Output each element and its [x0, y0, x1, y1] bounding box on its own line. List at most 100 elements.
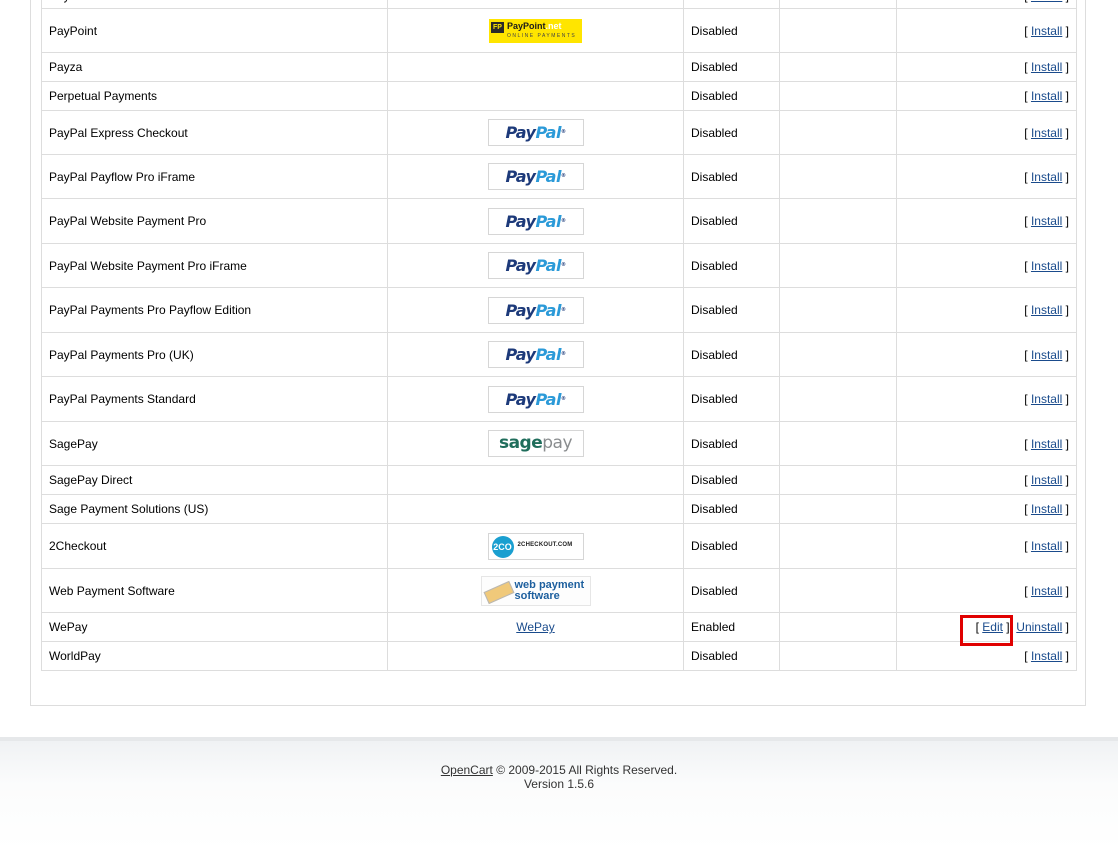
wepay-link[interactable]: WePay: [516, 620, 554, 634]
paypal-logo-pal: Pal: [535, 167, 561, 186]
extension-name-cell: PayPal Website Payment Pro iFrame: [41, 243, 388, 288]
extension-status-cell: Disabled: [683, 332, 780, 377]
extension-sort-order-cell: [779, 612, 897, 642]
status-text: Disabled: [691, 392, 738, 406]
footer: OpenCart © 2009-2015 All Rights Reserved…: [0, 737, 1118, 850]
paypal-logo: PayPal®: [487, 385, 584, 413]
extension-row: PayPal Payments Pro (UK) PayPal® Disabled […: [41, 332, 1077, 377]
paypoint-logo-mark: FP: [491, 21, 504, 33]
paypal-logo-pay: Pay: [505, 345, 536, 364]
extension-row: Payza Disabled [ Install ]: [41, 52, 1077, 82]
install-link[interactable]: Install: [1031, 259, 1062, 273]
paypal-logo: PayPal®: [487, 163, 584, 190]
extension-sort-order-cell: [779, 243, 897, 288]
status-text: Disabled: [691, 473, 738, 487]
install-link[interactable]: Install: [1031, 24, 1062, 38]
extension-name-cell: WePay: [41, 612, 388, 642]
extension-status-cell: Disabled: [683, 0, 780, 9]
extension-name-cell: PayPal Payments Pro Payflow Edition: [41, 287, 388, 333]
uninstall-link[interactable]: Uninstall: [1016, 620, 1062, 634]
trademark-icon: ®: [560, 306, 566, 313]
status-text: Disabled: [691, 125, 738, 140]
copyright-text: © 2009-2015 All Rights Reserved.: [496, 763, 678, 777]
status-text: Disabled: [691, 89, 738, 103]
extension-status-cell: Disabled: [683, 494, 780, 524]
extension-sort-order-cell: [779, 198, 897, 244]
extension-action-cell: [ Install ]: [896, 52, 1077, 82]
sagepay-logo-pay: pay: [542, 433, 573, 453]
status-text: Disabled: [691, 23, 738, 38]
install-link[interactable]: Install: [1031, 303, 1062, 317]
opencart-link[interactable]: OpenCart: [441, 763, 493, 777]
extension-name: WePay: [49, 620, 88, 634]
extension-action-cell: [ Install ]: [896, 465, 1077, 495]
install-link[interactable]: Install: [1031, 348, 1062, 362]
paypal-logo-pal: Pal: [535, 211, 561, 231]
extension-name: PayPal Website Payment Pro iFrame: [49, 258, 247, 273]
extension-name: Paymate: [49, 0, 96, 3]
install-link[interactable]: Install: [1031, 0, 1062, 3]
install-link[interactable]: Install: [1031, 392, 1062, 406]
extension-logo-cell: FP PayPoint.net ONLINE PAYMENTS: [387, 8, 684, 53]
status-text: Disabled: [691, 583, 738, 598]
extension-row: Web Payment Software web payment software D…: [41, 568, 1077, 613]
extension-action-cell: [ Install ]: [896, 81, 1077, 111]
extension-name-cell: 2Checkout: [41, 523, 388, 569]
install-link[interactable]: Install: [1031, 473, 1062, 487]
extension-name-cell: Paymate: [41, 0, 388, 9]
paypal-logo: PayPal®: [487, 341, 584, 368]
extension-action-cell: [ Install ]: [896, 154, 1077, 199]
extension-logo-cell: WePay: [387, 612, 684, 642]
extension-name-cell: PayPal Payments Standard: [41, 376, 388, 422]
extension-row: SagePay Direct Disabled [ Install ]: [41, 465, 1077, 495]
install-link[interactable]: Install: [1031, 539, 1062, 553]
paypal-logo-pal: Pal: [535, 389, 561, 409]
extension-name-cell: WorldPay: [41, 641, 388, 671]
install-link[interactable]: Install: [1031, 60, 1062, 74]
extension-name-cell: Perpetual Payments: [41, 81, 388, 111]
extension-logo-cell: PayPal®: [387, 287, 684, 333]
install-link[interactable]: Install: [1031, 502, 1062, 516]
extension-row: PayPal Payments Pro Payflow Edition PayPa…: [41, 287, 1077, 333]
extension-status-cell: Disabled: [683, 523, 780, 569]
extension-row: Perpetual Payments Disabled [ Install ]: [41, 81, 1077, 111]
paypal-logo-pal: Pal: [535, 123, 561, 142]
extension-row: PayPal Express Checkout PayPal® Disabled [ …: [41, 110, 1077, 155]
install-link[interactable]: Install: [1031, 214, 1062, 228]
install-link[interactable]: Install: [1031, 649, 1062, 663]
extension-name: PayPal Website Payment Pro: [49, 214, 207, 228]
extension-action-cell: [ Install ]: [896, 287, 1077, 333]
install-link[interactable]: Install: [1031, 89, 1062, 103]
extension-logo-cell: 2CO 2CHECKOUT.COM: [387, 523, 684, 569]
extension-sort-order-cell: [779, 287, 897, 333]
extension-logo-cell: [387, 52, 684, 82]
extension-name: 2Checkout: [49, 539, 107, 553]
paypal-logo: PayPal®: [487, 119, 584, 146]
install-link[interactable]: Install: [1031, 126, 1062, 140]
extension-row: PayPal Payments Standard PayPal® Disabled […: [41, 376, 1077, 422]
status-text: Disabled: [691, 214, 738, 228]
extension-name-cell: SagePay: [41, 421, 388, 466]
install-link[interactable]: Install: [1031, 437, 1062, 451]
2checkout-logo: 2CO 2CHECKOUT.COM: [487, 532, 584, 560]
extension-row: WorldPay Disabled [ Install ]: [41, 641, 1077, 671]
extension-logo-cell: [387, 81, 684, 111]
paypal-logo: PayPal®: [487, 296, 584, 324]
extension-name-cell: PayPoint: [41, 8, 388, 53]
paypal-logo-pay: Pay: [505, 389, 536, 409]
extension-status-cell: Disabled: [683, 81, 780, 111]
extension-action-cell: [ Install ]: [896, 421, 1077, 466]
install-link[interactable]: Install: [1031, 584, 1062, 598]
extension-logo-cell: PayPal®: [387, 376, 684, 422]
edit-link[interactable]: Edit: [982, 620, 1003, 634]
extension-name: PayPal Payments Standard: [49, 392, 196, 406]
install-link[interactable]: Install: [1031, 170, 1062, 184]
paypal-logo-pal: Pal: [535, 300, 561, 320]
extension-action-cell: [ Install ]: [896, 243, 1077, 288]
extension-status-cell: Disabled: [683, 198, 780, 244]
extension-logo-cell: PayPal®: [387, 243, 684, 288]
extension-name: SagePay: [49, 436, 98, 451]
paypal-logo: PayPal®: [487, 207, 584, 235]
2checkout-logo-text: 2CHECKOUT.COM: [517, 541, 573, 548]
paypal-logo-pay: Pay: [505, 211, 536, 231]
